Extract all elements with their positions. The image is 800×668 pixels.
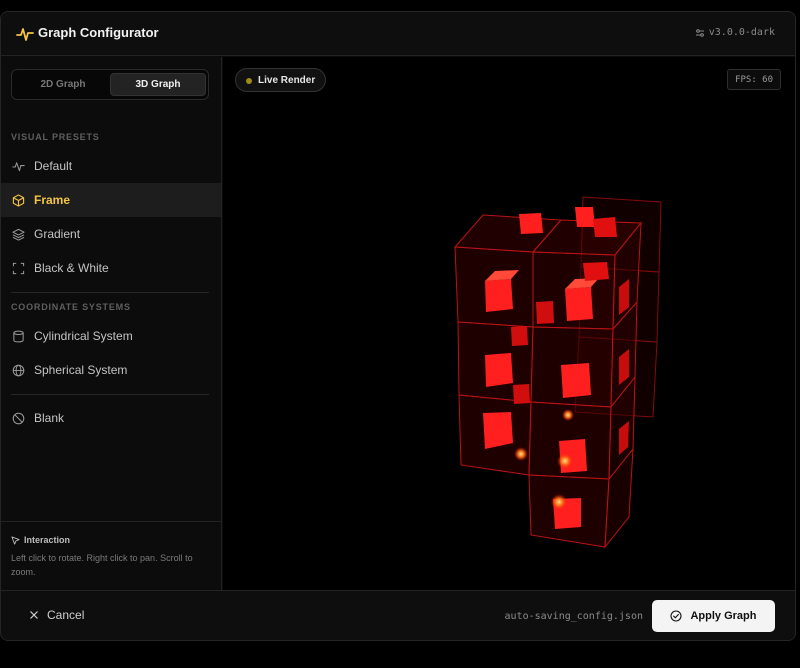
divider: [11, 394, 209, 395]
sliders-icon: [695, 28, 704, 37]
app-title: Graph Configurator: [38, 25, 159, 40]
sidebar-item-black-white[interactable]: Black & White: [1, 251, 221, 285]
sidebar-item-label: Gradient: [34, 227, 81, 241]
section-label-visual-presets: VISUAL PRESETS: [11, 132, 100, 142]
cancel-button[interactable]: Cancel: [29, 608, 84, 622]
cancel-label: Cancel: [47, 608, 85, 622]
live-render-label: Live Render: [258, 74, 316, 86]
graph-mode-toggle: 2D Graph 3D Graph: [11, 69, 209, 100]
header: Graph Configurator v3.0.0-dark: [1, 12, 795, 56]
interaction-title: Interaction: [24, 535, 71, 545]
sidebar-item-label: Cylindrical System: [34, 329, 133, 343]
tab-2d-graph[interactable]: 2D Graph: [15, 73, 111, 96]
globe-icon: [12, 364, 25, 376]
live-render-badge: Live Render: [235, 68, 327, 92]
sidebar-item-label: Spherical System: [34, 363, 128, 377]
app-window: Graph Configurator v3.0.0-dark 2D Graph …: [0, 11, 796, 641]
sidebar-item-cylindrical[interactable]: Cylindrical System: [1, 319, 221, 353]
sidebar-item-label: Black & White: [34, 261, 109, 275]
frame-corners-icon: [12, 262, 25, 274]
sidebar-item-default[interactable]: Default: [1, 149, 221, 183]
cylinder-icon: [13, 330, 24, 342]
check-circle-icon: [670, 610, 683, 622]
sidebar-item-spherical[interactable]: Spherical System: [1, 353, 221, 387]
interaction-hint-header: Interaction: [11, 535, 70, 545]
close-icon: [30, 611, 38, 619]
render-viewport[interactable]: Live Render FPS: 60: [223, 57, 796, 591]
sidebar-item-label: Frame: [34, 193, 71, 207]
interaction-text: Left click to rotate. Right click to pan…: [11, 553, 193, 577]
divider: [11, 292, 209, 293]
section-label-coordinate-systems: COORDINATE SYSTEMS: [11, 302, 131, 312]
sidebar: 2D Graph 3D Graph VISUAL PRESETS Default…: [1, 57, 222, 591]
apply-graph-button[interactable]: Apply Graph: [652, 600, 775, 632]
live-indicator-dot: [246, 78, 252, 84]
ban-icon: [12, 412, 25, 424]
layers-icon: [12, 228, 25, 241]
activity-icon: [12, 161, 25, 171]
tab-3d-graph[interactable]: 3D Graph: [110, 73, 206, 96]
version-info: v3.0.0-dark: [695, 27, 775, 38]
fps-counter: FPS: 60: [727, 69, 781, 90]
autosave-status: auto-saving_config.json: [504, 611, 643, 622]
interaction-hint: Interaction Left click to rotate. Right …: [1, 521, 221, 591]
footer: Cancel auto-saving_config.json Apply Gra…: [1, 590, 795, 640]
sidebar-item-blank[interactable]: Blank: [1, 401, 221, 435]
sidebar-item-gradient[interactable]: Gradient: [1, 217, 221, 251]
version-label: v3.0.0-dark: [708, 27, 775, 38]
cube-frame-render[interactable]: [223, 57, 796, 591]
cursor-pointer-icon: [11, 535, 20, 545]
sidebar-item-frame[interactable]: Frame: [1, 183, 221, 217]
pulse-logo-icon: [16, 28, 34, 41]
cube-icon: [12, 193, 25, 207]
sidebar-item-label: Default: [34, 159, 73, 173]
apply-graph-label: Apply Graph: [690, 610, 757, 622]
sidebar-item-label: Blank: [34, 411, 65, 425]
